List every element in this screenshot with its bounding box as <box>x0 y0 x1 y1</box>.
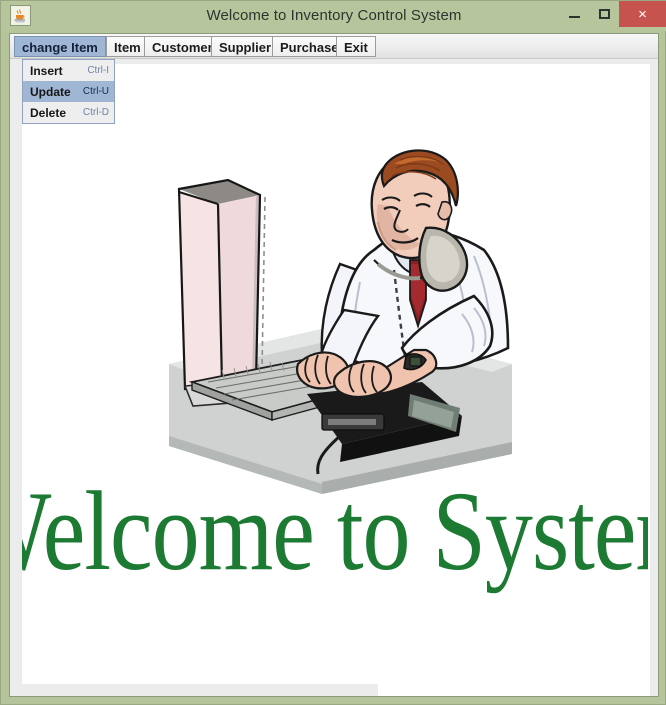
welcome-clipart: Welcome to System <box>22 64 648 684</box>
minimize-button[interactable] <box>559 1 589 27</box>
menu-item-update-label: Update <box>30 85 71 99</box>
maximize-button[interactable] <box>589 1 619 27</box>
menu-item-delete-accelerator: Ctrl-D <box>82 107 109 118</box>
frame-interior: change Item Item Customer Supplier Purch… <box>9 33 659 697</box>
close-icon: × <box>638 5 647 23</box>
minimize-icon <box>559 1 589 27</box>
menu-item-insert-accelerator: Ctrl-I <box>87 65 109 76</box>
title-bar: Welcome to Inventory Control System × <box>1 1 666 31</box>
menu-item[interactable]: Item <box>106 36 149 57</box>
menu-item-insert-label: Insert <box>30 64 63 78</box>
menu-item-insert[interactable]: Insert Ctrl-I <box>23 60 114 81</box>
maximize-icon <box>589 1 619 27</box>
menu-exit[interactable]: Exit <box>336 36 376 57</box>
close-button[interactable]: × <box>619 1 666 27</box>
menu-item-update[interactable]: Update Ctrl-U <box>23 81 114 102</box>
menu-item-delete[interactable]: Delete Ctrl-D <box>23 102 114 123</box>
application-window: Welcome to Inventory Control System × ch… <box>0 0 666 705</box>
svg-text:Welcome to System: Welcome to System <box>22 468 648 594</box>
menu-supplier[interactable]: Supplier <box>211 36 280 57</box>
menu-item-update-accelerator: Ctrl-U <box>82 86 109 97</box>
menu-customer[interactable]: Customer <box>144 36 221 57</box>
content-panel: Welcome to System <box>10 59 658 696</box>
menu-item-delete-label: Delete <box>30 106 67 120</box>
change-item-dropdown-menu[interactable]: Insert Ctrl-I Update Ctrl-U Delete Ctrl-… <box>22 59 115 124</box>
menu-change-item[interactable]: change Item <box>14 36 106 57</box>
menu-bar: change Item Item Customer Supplier Purch… <box>10 34 658 59</box>
